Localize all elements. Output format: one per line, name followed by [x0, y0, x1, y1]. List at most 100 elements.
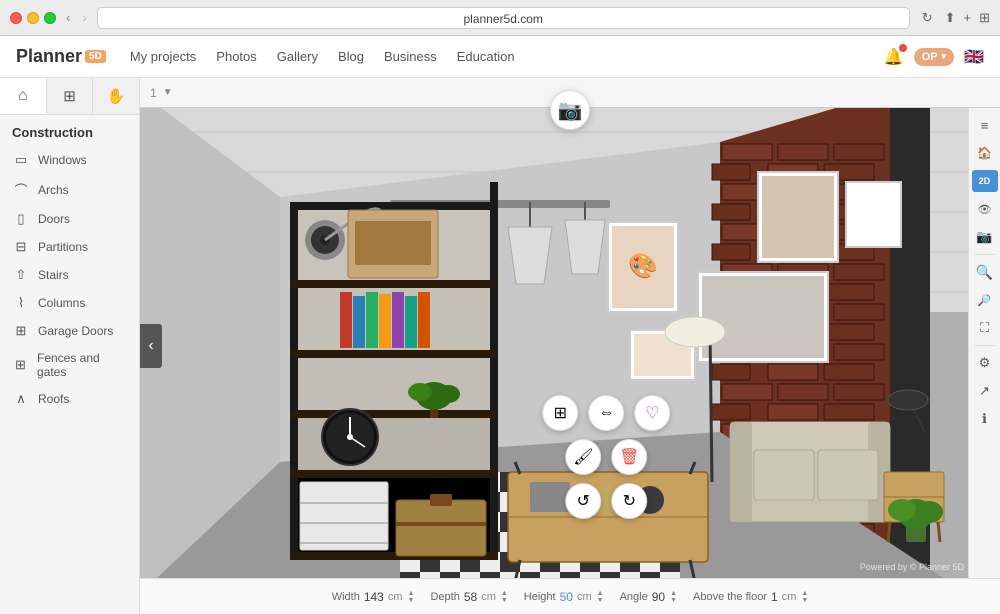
obj-btn-row-2: 🖌 🗑 — [565, 439, 647, 475]
zoom-in-btn[interactable]: 🔍 — [972, 259, 998, 285]
sidebar-item-roofs[interactable]: ∧ Roofs — [0, 385, 139, 413]
main-layout: ⌂ ⊞ ✋ Construction ▭ Windows ⌒ Archs ▯ D… — [0, 78, 1000, 614]
sidebar-tab-hand[interactable]: ✋ — [93, 78, 139, 114]
width-value: 143 — [364, 590, 384, 604]
traffic-light-red[interactable] — [10, 12, 22, 24]
info-btn[interactable]: ℹ — [972, 406, 998, 432]
stairs-icon: ⇧ — [12, 267, 30, 283]
browser-action-share[interactable]: ⬆ — [945, 10, 956, 26]
traffic-light-green[interactable] — [44, 12, 56, 24]
sidebar-tab-home[interactable]: ⌂ — [0, 78, 47, 114]
left-nav-arrow[interactable]: ‹ — [140, 324, 162, 368]
sidebar-item-partitions[interactable]: ⊟ Partitions — [0, 233, 139, 261]
user-avatar[interactable]: OP ▾ — [914, 48, 954, 66]
zoom-out-btn[interactable]: 🔎 — [972, 287, 998, 313]
browser-action-add[interactable]: + — [964, 10, 972, 25]
views-btn[interactable]: 🏠 — [972, 140, 998, 166]
user-chevron: ▾ — [942, 51, 947, 62]
height-unit: cm — [577, 591, 592, 603]
sidebar-item-stairs[interactable]: ⇧ Stairs — [0, 261, 139, 289]
depth-label: Depth — [430, 591, 459, 603]
depth-unit: cm — [481, 591, 496, 603]
partitions-icon: ⊟ — [12, 239, 30, 255]
columns-icon: ⌇ — [12, 295, 30, 311]
sidebar-item-archs[interactable]: ⌒ Archs — [0, 174, 139, 205]
camera-button[interactable]: 📷 — [550, 90, 590, 130]
archs-icon: ⌒ — [12, 180, 30, 199]
width-label: Width — [332, 591, 360, 603]
tab-arrow-down[interactable]: ▼ — [163, 87, 173, 98]
nav-forward-btn[interactable]: › — [80, 10, 88, 25]
favorite-button[interactable]: ♡ — [634, 395, 670, 431]
depth-value: 58 — [464, 590, 477, 604]
doors-label: Doors — [38, 212, 70, 226]
nav-back-btn[interactable]: ‹ — [64, 10, 72, 25]
nav-gallery[interactable]: Gallery — [277, 49, 318, 64]
nav-my-projects[interactable]: My projects — [130, 49, 196, 64]
nav-business[interactable]: Business — [384, 49, 437, 64]
height-label: Height — [524, 591, 556, 603]
archs-label: Archs — [38, 183, 69, 197]
sidebar-item-doors[interactable]: ▯ Doors — [0, 205, 139, 233]
copy-button[interactable]: ⊞ — [542, 395, 578, 431]
angle-stepper[interactable]: ▲ ▼ — [670, 590, 677, 604]
dim-depth: Depth 58 cm ▲ ▼ — [430, 590, 507, 604]
settings-btn[interactable]: ⚙ — [972, 350, 998, 376]
obj-btn-row-3: ↺ ↻ — [565, 483, 647, 519]
angle-value: 90 — [652, 590, 665, 604]
logo-badge: 5D — [85, 50, 106, 63]
snapshot-btn[interactable]: 📷 — [972, 224, 998, 250]
nav-blog[interactable]: Blog — [338, 49, 364, 64]
right-toolbar: ≡ 🏠 2D 👁 📷 🔍 🔎 ⛶ ⚙ ↗ ℹ — [968, 108, 1000, 578]
doors-icon: ▯ — [12, 211, 30, 227]
paint-button[interactable]: 🖌 — [565, 439, 601, 475]
flag-icon[interactable]: 🇬🇧 — [964, 47, 984, 67]
delete-button[interactable]: 🗑 — [611, 439, 647, 475]
dim-above-floor: Above the floor 1 cm ▲ ▼ — [693, 590, 808, 604]
powered-by: Powered by © Planner 5D — [860, 562, 964, 572]
above-floor-stepper[interactable]: ▲ ▼ — [801, 590, 808, 604]
app-bar: Planner 5D My projects Photos Gallery Bl… — [0, 36, 1000, 78]
nav-education[interactable]: Education — [457, 49, 515, 64]
above-floor-value: 1 — [771, 590, 778, 604]
width-unit: cm — [388, 591, 403, 603]
sidebar-item-columns[interactable]: ⌇ Columns — [0, 289, 139, 317]
tab-number: 1 — [150, 86, 157, 100]
flip-button[interactable]: ⇔ — [588, 395, 624, 431]
rotate-right-button[interactable]: ↻ — [611, 483, 647, 519]
3d-view-btn[interactable]: 👁 — [972, 196, 998, 222]
nav-photos[interactable]: Photos — [216, 49, 256, 64]
menu-icon-btn[interactable]: ≡ — [972, 112, 998, 138]
address-bar[interactable]: planner5d.com — [97, 7, 910, 29]
obj-btn-row-1: ⊞ ⇔ ♡ — [542, 395, 670, 431]
2d-view-btn[interactable]: 2D — [972, 170, 998, 192]
angle-label: Angle — [620, 591, 648, 603]
height-value: 50 — [560, 590, 573, 604]
height-stepper[interactable]: ▲ ▼ — [597, 590, 604, 604]
rotate-left-button[interactable]: ↺ — [565, 483, 601, 519]
sidebar-item-garage-doors[interactable]: ⊞ Garage Doors — [0, 317, 139, 345]
partitions-label: Partitions — [38, 240, 88, 254]
stairs-label: Stairs — [38, 268, 69, 282]
traffic-light-yellow[interactable] — [27, 12, 39, 24]
sidebar-item-fences[interactable]: ⊞ Fences and gates — [0, 345, 139, 385]
above-floor-unit: cm — [782, 591, 797, 603]
depth-stepper[interactable]: ▲ ▼ — [501, 590, 508, 604]
browser-refresh[interactable]: ↻ — [918, 10, 937, 26]
dim-height: Height 50 cm ▲ ▼ — [524, 590, 604, 604]
fullscreen-btn[interactable]: ⛶ — [972, 315, 998, 341]
logo-text: Planner — [16, 46, 82, 67]
roofs-icon: ∧ — [12, 391, 30, 407]
share-btn[interactable]: ↗ — [972, 378, 998, 404]
sidebar-item-windows[interactable]: ▭ Windows — [0, 146, 139, 174]
windows-icon: ▭ — [12, 152, 30, 168]
notification-bell[interactable]: 🔔 — [884, 47, 904, 67]
logo[interactable]: Planner 5D — [16, 46, 106, 67]
object-toolbar: ⊞ ⇔ ♡ 🖌 🗑 ↺ ↻ — [542, 395, 670, 519]
fences-label: Fences and gates — [37, 351, 127, 379]
width-stepper[interactable]: ▲ ▼ — [408, 590, 415, 604]
browser-action-grid[interactable]: ⊞ — [979, 10, 990, 26]
browser-chrome: ‹ › planner5d.com ↻ ⬆ + ⊞ — [0, 0, 1000, 36]
sidebar-tab-categories[interactable]: ⊞ — [47, 78, 94, 114]
app-bar-right: 🔔 OP ▾ 🇬🇧 — [884, 47, 984, 67]
